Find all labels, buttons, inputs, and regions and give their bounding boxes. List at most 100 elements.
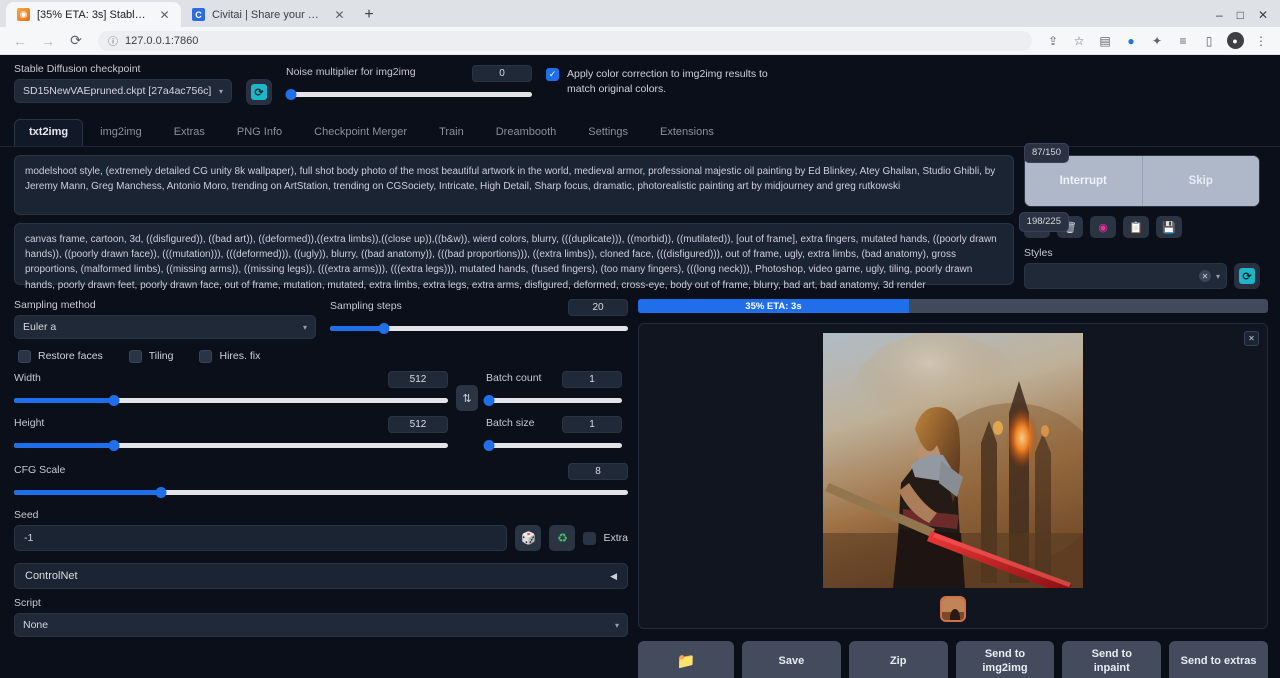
read-generation-params-button[interactable]: ◉ [1090,216,1116,238]
close-gallery-icon[interactable]: ✕ [1244,331,1259,346]
width-slider[interactable] [14,392,448,408]
noise-multiplier-value[interactable]: 0 [472,65,532,82]
extension-blue-icon[interactable]: ● [1120,30,1142,52]
batch-count-value[interactable]: 1 [562,371,622,388]
extra-seed-toggle[interactable]: Extra [583,531,628,545]
hires-fix-checkbox[interactable] [199,350,212,363]
negative-prompt-textarea[interactable]: canvas frame, cartoon, 3d, ((disfigured)… [14,223,1014,285]
refresh-styles-button[interactable]: ⟳ [1234,263,1260,289]
reading-list-icon[interactable]: ≡ [1172,30,1194,52]
tab-img2img[interactable]: img2img [85,119,157,146]
browser-tab-civitai[interactable]: C Civitai | Share your models ✕ [181,2,356,27]
slider-knob[interactable] [156,487,167,498]
slider-knob[interactable] [108,440,119,451]
apply-style-button[interactable]: 📋 [1123,216,1149,238]
swap-dimensions-button[interactable]: ⇅ [456,385,478,411]
new-tab-button[interactable]: + [356,3,382,27]
tab-png-info[interactable]: PNG Info [222,119,297,146]
window-close-button[interactable]: ✕ [1258,8,1268,22]
zip-button[interactable]: Zip [849,641,948,678]
tab-txt2img[interactable]: txt2img [14,119,83,146]
close-icon[interactable]: ✕ [332,7,347,22]
generated-image[interactable] [823,333,1083,588]
side-panel-icon[interactable]: ▯ [1198,30,1220,52]
back-icon[interactable]: ← [8,29,32,53]
slider-fill [14,490,161,495]
hires-fix-toggle[interactable]: Hires. fix [199,349,260,363]
height-slider[interactable] [14,437,448,453]
checkpoint-select[interactable]: SD15NewVAEpruned.ckpt [27a4ac756c] ▾ [14,79,232,103]
random-seed-button[interactable]: 🎲 [515,525,541,551]
slider-knob[interactable] [483,440,494,451]
restore-faces-toggle[interactable]: Restore faces [18,349,103,363]
batch-size-slider[interactable] [486,437,622,453]
slider-knob[interactable] [285,89,296,100]
collapse-left-arrow-icon[interactable]: ◀ [610,571,617,582]
seed-input[interactable]: -1 [14,525,507,551]
tiling-label: Tiling [149,350,174,362]
media-cast-icon[interactable]: ▤ [1094,30,1116,52]
styles-select[interactable]: ✕ ▾ [1024,263,1227,289]
extra-checkbox[interactable] [583,532,596,545]
refresh-checkpoint-button[interactable]: ⟳ [246,79,272,105]
tab-extensions[interactable]: Extensions [645,119,729,146]
tiling-toggle[interactable]: Tiling [129,349,174,363]
generation-thumbnail[interactable] [940,596,966,622]
sampling-steps-slider[interactable] [330,320,628,336]
bookmark-star-icon[interactable]: ☆ [1068,30,1090,52]
noise-multiplier-slider[interactable] [286,86,532,102]
sampling-method-select[interactable]: Euler a ▾ [14,315,316,339]
controlnet-accordion[interactable]: ControlNet ◀ [14,563,628,589]
more-menu-icon[interactable]: ⋮ [1250,30,1272,52]
batch-size-value[interactable]: 1 [562,416,622,433]
skip-button[interactable]: Skip [1143,156,1260,206]
batch-count-slider[interactable] [486,392,622,408]
window-minimize-button[interactable]: – [1216,8,1223,22]
address-bar[interactable]: ⓘ 127.0.0.1:7860 [98,31,1032,51]
cfg-scale-block: CFG Scale 8 [14,463,628,500]
close-icon[interactable]: ✕ [157,7,172,22]
color-correction-checkbox[interactable]: ✓ [546,68,559,81]
recycle-seed-button[interactable]: ♻ [549,525,575,551]
window-maximize-button[interactable]: □ [1237,8,1244,22]
positive-prompt-textarea[interactable]: modelshoot style, (extremely detailed CG… [14,155,1014,215]
cfg-scale-slider[interactable] [14,484,628,500]
width-value[interactable]: 512 [388,371,448,388]
sampling-steps-block: Sampling steps 20 [330,299,628,339]
tab-settings[interactable]: Settings [573,119,643,146]
save-style-button[interactable]: 💾 [1156,216,1182,238]
height-value[interactable]: 512 [388,416,448,433]
restore-faces-checkbox[interactable] [18,350,31,363]
tab-checkpoint-merger[interactable]: Checkpoint Merger [299,119,422,146]
color-correction-block[interactable]: ✓ Apply color correction to img2img resu… [546,67,776,97]
cfg-scale-value[interactable]: 8 [568,463,628,480]
script-select[interactable]: None ▾ [14,613,628,637]
slider-knob[interactable] [483,395,494,406]
webui-tabs: txt2img img2img Extras PNG Info Checkpoi… [0,111,1280,147]
forward-icon[interactable]: → [36,29,60,53]
reload-icon[interactable]: ⟳ [64,29,88,53]
sampling-steps-value[interactable]: 20 [568,299,628,316]
tab-dreambooth[interactable]: Dreambooth [481,119,572,146]
tab-extras[interactable]: Extras [159,119,220,146]
save-button[interactable]: Save [742,641,841,678]
interrupt-button[interactable]: Interrupt [1025,156,1143,206]
checkpoint-block: Stable Diffusion checkpoint SD15NewVAEpr… [14,63,232,103]
profile-avatar-icon[interactable]: ● [1224,30,1246,52]
clear-styles-icon[interactable]: ✕ [1199,270,1211,282]
info-circle-icon[interactable]: ⓘ [108,33,118,48]
seed-value: -1 [24,532,33,544]
browser-tab-stable-diffusion[interactable]: ◉ [35% ETA: 3s] Stable Diffusion ✕ [6,2,181,27]
slider-knob[interactable] [378,323,389,334]
generation-progress-bar: 35% ETA: 3s [638,299,1268,313]
chevron-down-icon[interactable]: ▾ [1216,272,1220,281]
slider-knob[interactable] [108,395,119,406]
tab-train[interactable]: Train [424,119,479,146]
send-to-inpaint-button[interactable]: Send to inpaint [1062,641,1161,678]
tiling-checkbox[interactable] [129,350,142,363]
open-folder-button[interactable]: 📁 [638,641,734,678]
share-icon[interactable]: ⇪ [1042,30,1064,52]
send-to-extras-button[interactable]: Send to extras [1169,641,1268,678]
send-to-img2img-button[interactable]: Send to img2img [956,641,1055,678]
puzzle-extensions-icon[interactable]: ✦ [1146,30,1168,52]
